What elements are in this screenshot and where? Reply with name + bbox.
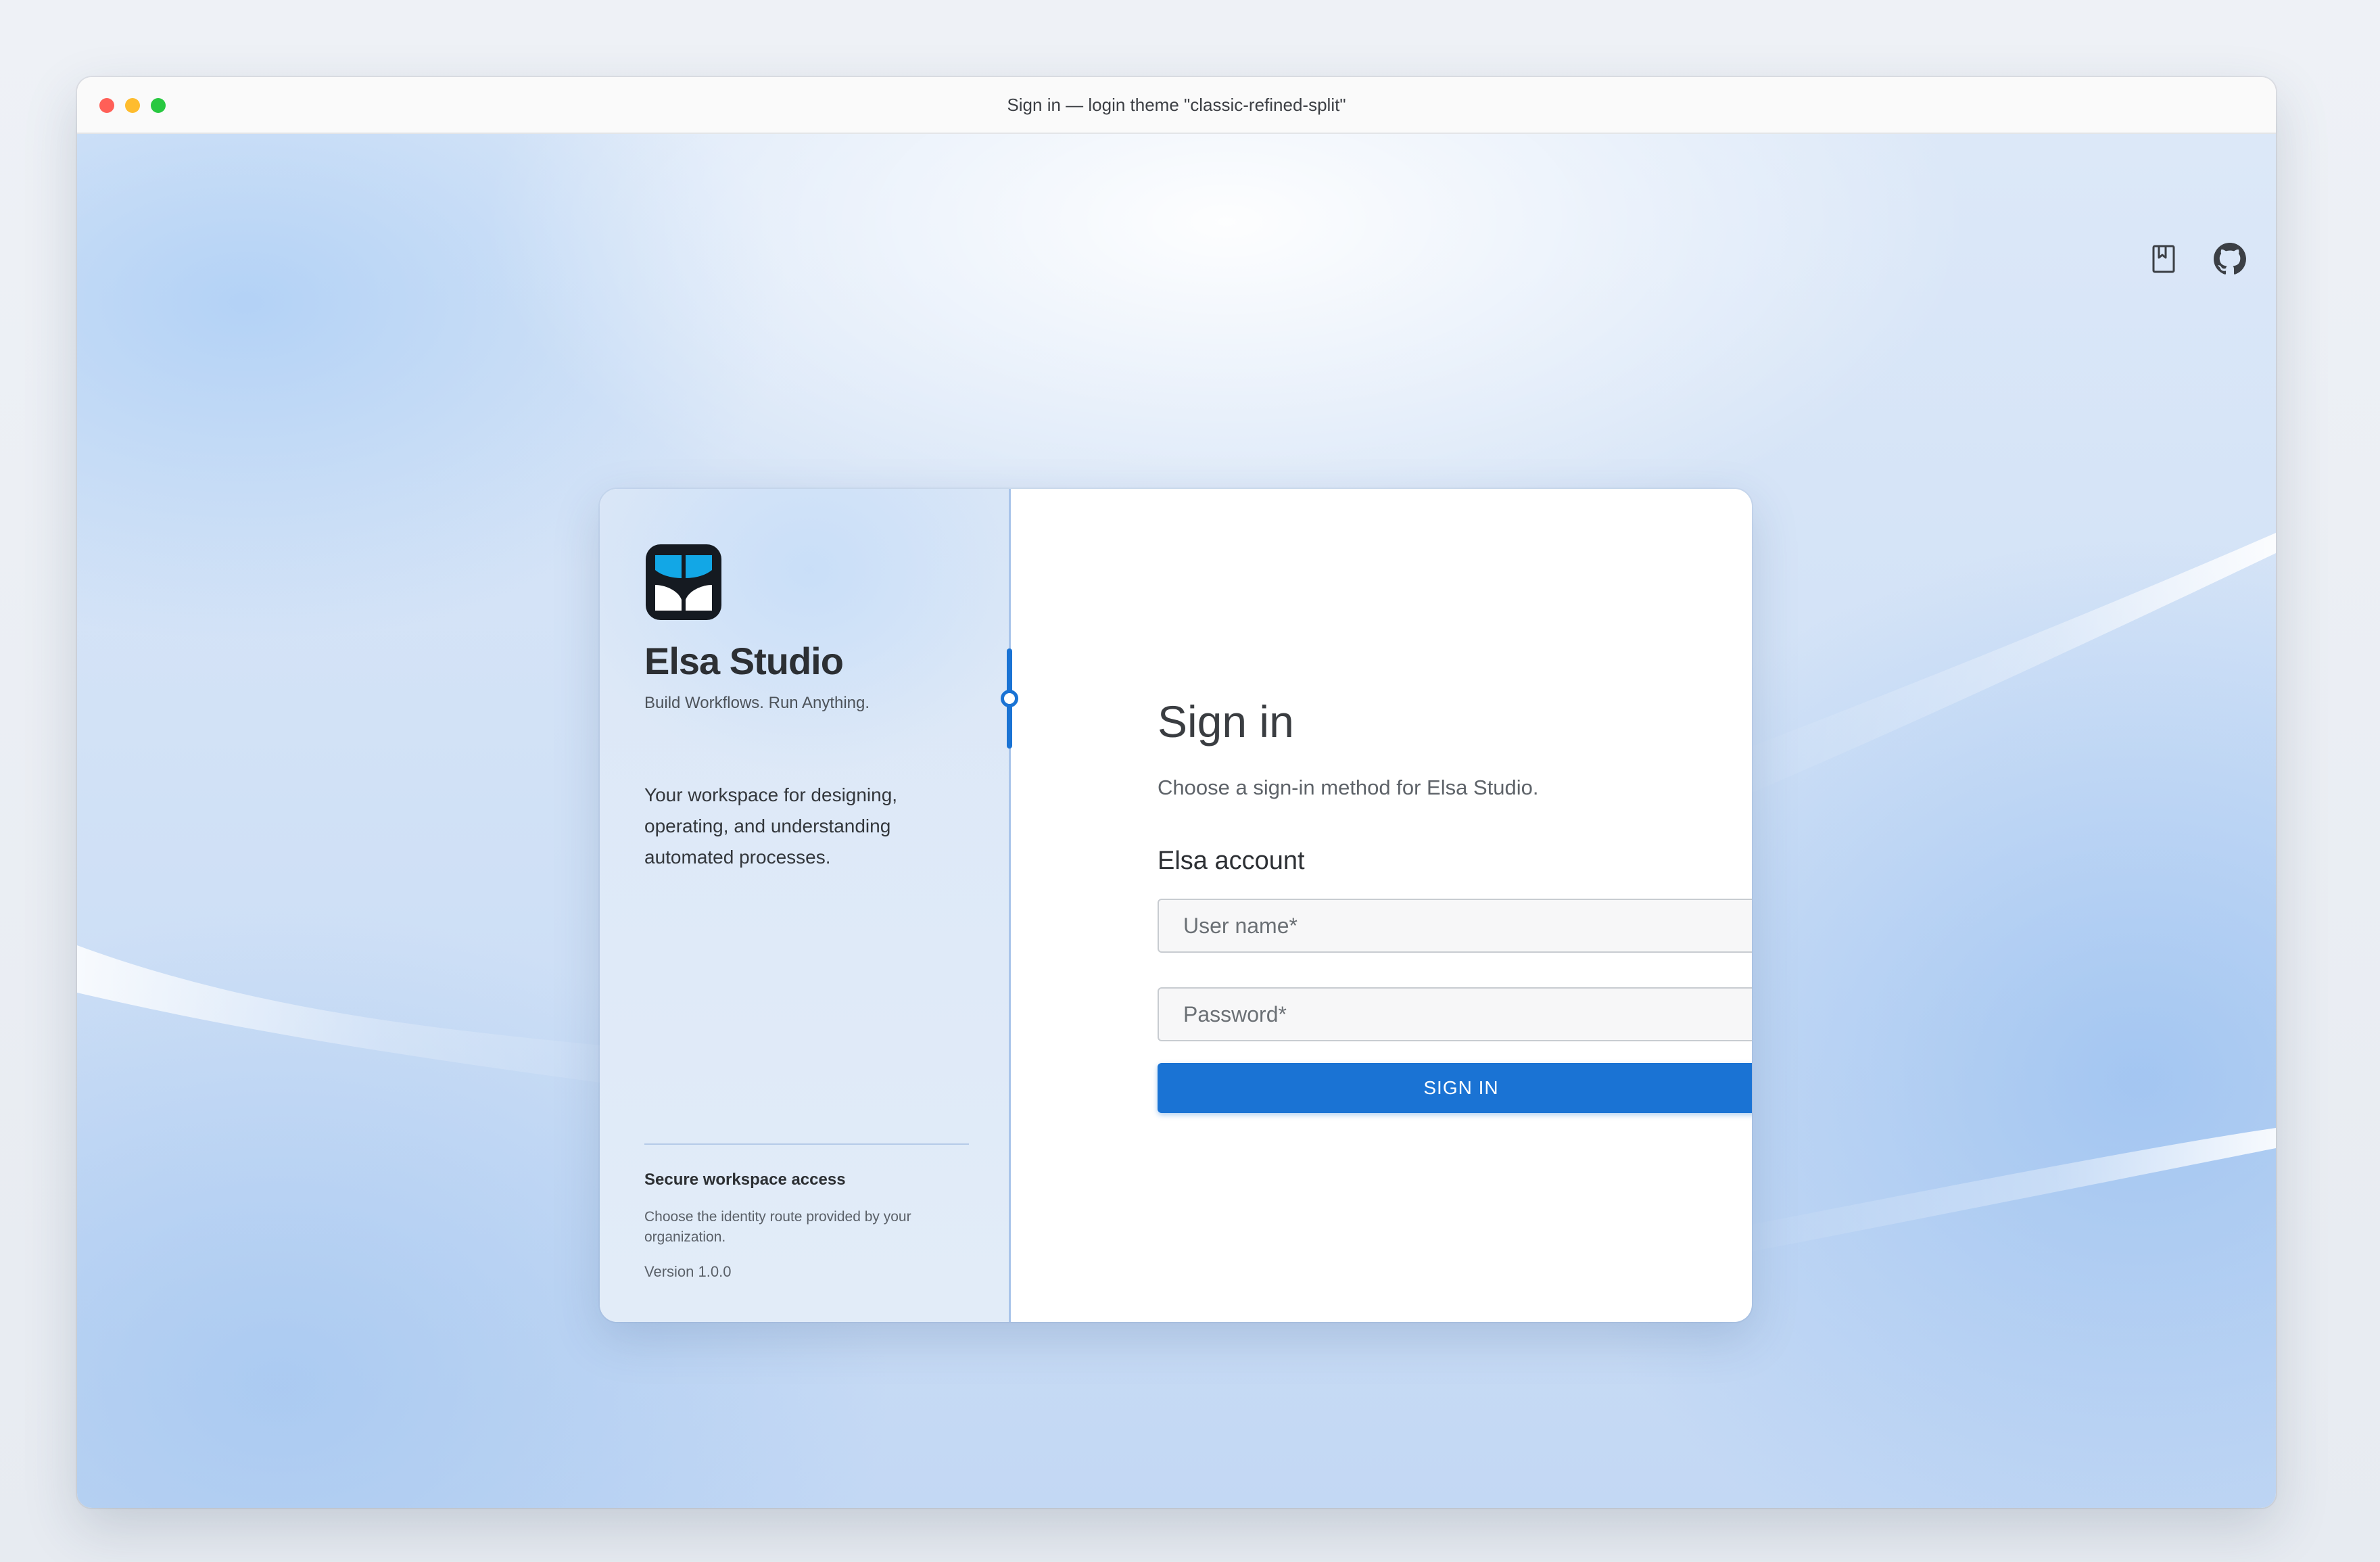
window-title: Sign in — login theme "classic-refined-s… bbox=[1007, 95, 1346, 115]
password-input[interactable] bbox=[1159, 989, 1752, 1040]
window-titlebar: Sign in — login theme "classic-refined-s… bbox=[77, 77, 2276, 134]
github-button[interactable] bbox=[2212, 241, 2247, 277]
signin-subtitle: Choose a sign-in method for Elsa Studio. bbox=[1158, 776, 1539, 799]
username-field bbox=[1158, 899, 1752, 953]
login-page: Elsa Studio Build Workflows. Run Anythin… bbox=[77, 134, 2276, 1508]
brand-panel: Elsa Studio Build Workflows. Run Anythin… bbox=[600, 489, 1011, 1322]
book-icon bbox=[2152, 245, 2175, 273]
desktop-stage: Sign in — login theme "classic-refined-s… bbox=[0, 0, 2380, 1562]
browser-window: Sign in — login theme "classic-refined-s… bbox=[77, 77, 2276, 1508]
secure-access-description: Choose the identity route provided by yo… bbox=[644, 1209, 911, 1245]
sign-in-button[interactable]: SIGN IN bbox=[1158, 1063, 1752, 1113]
panel-accent-dot bbox=[1001, 690, 1018, 707]
username-input[interactable] bbox=[1159, 900, 1752, 951]
secure-access-title: Secure workspace access bbox=[644, 1170, 846, 1189]
brand-tagline: Build Workflows. Run Anything. bbox=[644, 694, 870, 712]
brand-title: Elsa Studio bbox=[644, 640, 844, 682]
version-label: Version 1.0.0 bbox=[644, 1263, 732, 1280]
signin-title: Sign in bbox=[1158, 696, 1294, 747]
github-icon bbox=[2214, 243, 2246, 275]
password-field bbox=[1158, 987, 1752, 1041]
documentation-button[interactable] bbox=[2146, 241, 2181, 277]
brand-description: Your workspace for designing, operating,… bbox=[644, 784, 898, 868]
panel-divider bbox=[644, 1143, 969, 1145]
account-section-title: Elsa account bbox=[1158, 847, 1305, 875]
elsa-logo-icon bbox=[646, 544, 721, 620]
login-card: Elsa Studio Build Workflows. Run Anythin… bbox=[600, 489, 1752, 1322]
